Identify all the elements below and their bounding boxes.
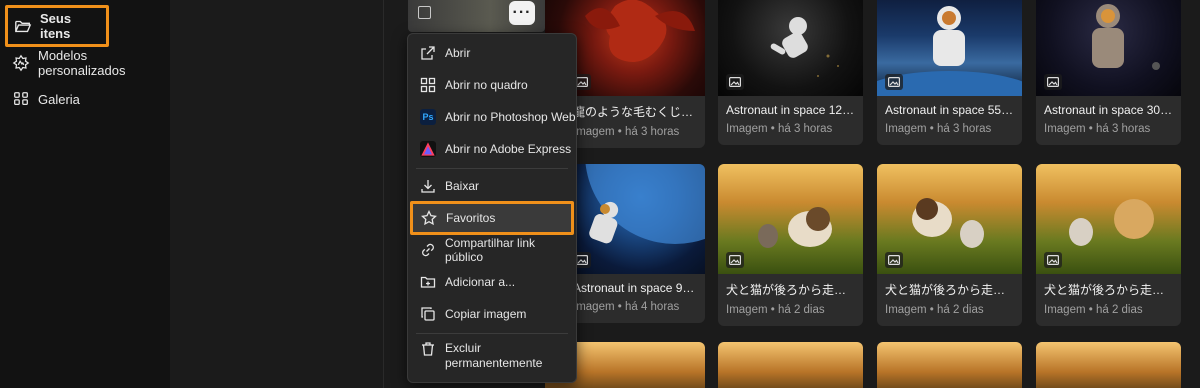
menu-item-label: Compartilhar link público: [445, 236, 536, 264]
sidebar-item-seus-itens[interactable]: Seus itens: [5, 5, 109, 47]
card-title: 犬と猫が後ろから走っ...: [885, 283, 1016, 297]
menu-item-adicionar-a[interactable]: Adicionar a...: [408, 270, 576, 294]
add-to-folder-icon: [420, 276, 436, 288]
card-title: 犬と猫が後ろから走っ...: [726, 283, 857, 297]
card-title: Astronaut in space 12241...: [726, 103, 863, 117]
menu-item-label: Baixar: [445, 179, 480, 193]
item-card[interactable]: 犬と猫が後ろから走っ... Imagem • há 2 dias: [718, 164, 863, 326]
more-options-button[interactable]: ···: [509, 1, 535, 25]
image-type-icon: [726, 252, 744, 268]
menu-item-abrir[interactable]: Abrir: [408, 41, 576, 65]
card-meta: Imagem • há 2 dias: [726, 304, 825, 316]
select-checkbox[interactable]: [418, 6, 431, 19]
context-menu: Abrir Abrir no quadro Ps Abrir no Photos…: [407, 33, 577, 383]
trash-icon: [422, 342, 434, 356]
sidebar-item-label: Seus itens: [40, 11, 72, 41]
menu-item-label: Adicionar a...: [445, 275, 516, 289]
menu-item-label: Excluir permanentemente: [445, 341, 542, 371]
menu-item-abrir-no-photoshop-web[interactable]: Ps Abrir no Photoshop Web: [408, 105, 576, 129]
sidebar-item-galeria[interactable]: Galeria: [8, 82, 84, 116]
star-icon: [421, 210, 437, 226]
image-type-icon: [1044, 74, 1062, 90]
card-thumbnail: [718, 0, 863, 96]
card-thumbnail: [877, 342, 1022, 388]
menu-item-label: Abrir no Adobe Express: [445, 142, 572, 156]
menu-item-favoritos[interactable]: Favoritos: [410, 201, 574, 235]
card-thumbnail: [718, 164, 863, 274]
menu-item-excluir-permanentemente[interactable]: Excluir permanentemente: [408, 341, 576, 377]
board-icon: [420, 77, 436, 93]
open-icon: [421, 46, 435, 60]
gallery-icon: [14, 92, 28, 106]
menu-item-label: Copiar imagem: [445, 307, 527, 321]
item-card[interactable]: Astronaut in space 12241... Imagem • há …: [718, 0, 863, 145]
card-title: 犬と猫が後ろから走っ...: [1044, 283, 1175, 297]
item-card[interactable]: 犬と猫が後ろから走っ... Imagem • há 2 dias: [877, 164, 1022, 326]
menu-separator: [416, 333, 568, 334]
item-card[interactable]: Astronaut in space 3027... Imagem • há 3…: [1036, 0, 1181, 145]
card-thumbnail: [1036, 342, 1181, 388]
custom-models-icon: [12, 54, 30, 72]
sidebar-item-modelos-personalizados[interactable]: Modelos personalizados: [8, 46, 170, 80]
item-card[interactable]: Astronaut in space 55377... Imagem • há …: [877, 0, 1022, 145]
download-icon: [421, 180, 435, 193]
item-card[interactable]: [877, 342, 1022, 388]
menu-item-label-line2: permanentemente: [445, 356, 543, 370]
link-icon: [422, 243, 434, 257]
sidebar-item-label: Modelos personalizados: [38, 48, 126, 78]
item-card[interactable]: [718, 342, 863, 388]
menu-separator: [416, 168, 568, 169]
menu-item-label: Favoritos: [446, 211, 496, 225]
content-gutter: [170, 0, 384, 388]
menu-item-copiar-imagem[interactable]: Copiar imagem: [408, 302, 576, 326]
sidebar: Seus itens Modelos personalizados Galeri…: [0, 0, 170, 388]
card-title: Astronaut in space 3027...: [1044, 103, 1181, 117]
card-meta: Imagem • há 2 dias: [1044, 304, 1143, 316]
menu-item-label-line1: Excluir: [445, 341, 482, 355]
menu-item-label: Abrir: [445, 46, 471, 60]
card-meta: Imagem • há 3 horas: [885, 123, 992, 135]
item-card[interactable]: [1036, 342, 1181, 388]
menu-item-label: Abrir no quadro: [445, 78, 528, 92]
card-thumbnail: [877, 0, 1022, 96]
sidebar-item-label: Galeria: [38, 91, 80, 107]
image-type-icon: [1044, 252, 1062, 268]
card-thumbnail: [877, 164, 1022, 274]
card-meta: Imagem • há 3 horas: [726, 123, 833, 135]
card-meta: Imagem • há 2 dias: [885, 304, 984, 316]
copy-icon: [421, 307, 435, 321]
menu-item-label: Abrir no Photoshop Web: [445, 110, 576, 124]
photoshop-icon: Ps: [420, 109, 436, 125]
image-type-icon: [885, 252, 903, 268]
card-title: Astronaut in space 55377...: [885, 103, 1022, 117]
folder-open-icon: [15, 20, 32, 33]
adobe-express-icon: [420, 141, 436, 157]
image-type-icon: [885, 74, 903, 90]
card-thumbnail: [1036, 0, 1181, 96]
card-meta: Imagem • há 3 horas: [1044, 123, 1151, 135]
menu-item-compartilhar-link-publico[interactable]: Compartilhar link público: [408, 236, 576, 264]
card-thumbnail: [718, 342, 863, 388]
menu-item-baixar[interactable]: Baixar: [408, 174, 576, 198]
image-type-icon: [726, 74, 744, 90]
menu-item-abrir-no-adobe-express[interactable]: Abrir no Adobe Express: [408, 137, 576, 161]
item-card[interactable]: 犬と猫が後ろから走っ... Imagem • há 2 dias: [1036, 164, 1181, 326]
card-thumbnail: [1036, 164, 1181, 274]
menu-item-abrir-no-quadro[interactable]: Abrir no quadro: [408, 73, 576, 97]
